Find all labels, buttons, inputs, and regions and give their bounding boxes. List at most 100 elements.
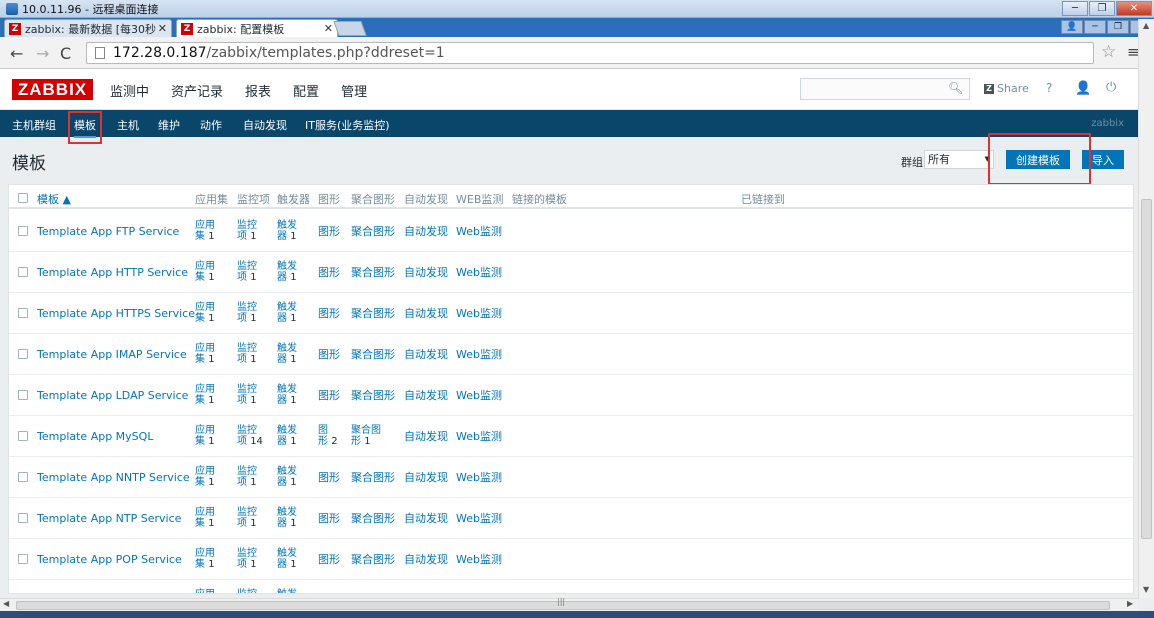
items-link[interactable]: 监控项 1: [237, 343, 257, 365]
apps-link[interactable]: 应用集 1: [195, 343, 215, 365]
items-link[interactable]: 监控项 1: [237, 384, 257, 406]
graphs-link[interactable]: 图形: [318, 472, 340, 483]
template-name-link[interactable]: Template App POP Service: [37, 554, 182, 565]
back-arrow-icon[interactable]: ←: [10, 44, 23, 63]
graphs-link[interactable]: 图形: [318, 226, 340, 237]
triggers-link[interactable]: 触发器 1: [277, 548, 297, 570]
horizontal-scrollbar[interactable]: ◀ ||| ▶: [0, 597, 1138, 611]
discovery-link[interactable]: 自动发现: [404, 472, 448, 483]
template-name-link[interactable]: Template App NNTP Service: [37, 472, 190, 483]
row-checkbox[interactable]: [18, 472, 28, 482]
template-name-link[interactable]: Template App NTP Service: [37, 513, 181, 524]
web-link[interactable]: Web监测: [456, 390, 502, 401]
discovery-link[interactable]: 自动发现: [404, 349, 448, 360]
row-checkbox[interactable]: [18, 267, 28, 277]
scroll-up-icon[interactable]: ▲: [1143, 21, 1149, 30]
triggers-link[interactable]: 触发器 1: [277, 425, 297, 447]
screens-link[interactable]: 聚合图形: [351, 390, 395, 401]
new-tab-button[interactable]: [333, 21, 367, 36]
graphs-link[interactable]: 图形 2: [318, 425, 338, 447]
triggers-link[interactable]: 触发器 1: [277, 466, 297, 488]
window-minimize-icon[interactable]: ─: [1084, 20, 1106, 34]
subnav-it-services[interactable]: IT服务(业务监控): [305, 117, 390, 133]
web-link[interactable]: Web监测: [456, 513, 502, 524]
col-name[interactable]: 模板 ▲: [37, 191, 71, 207]
close-button[interactable]: ✕: [1116, 1, 1152, 16]
row-checkbox[interactable]: [18, 513, 28, 523]
triggers-link[interactable]: 触发器 1: [277, 220, 297, 242]
user-profile-icon[interactable]: 👤: [1075, 81, 1091, 96]
items-link[interactable]: 监控项 1: [237, 261, 257, 283]
user-icon[interactable]: 👤: [1061, 20, 1083, 34]
web-link[interactable]: Web监测: [456, 349, 502, 360]
discovery-link[interactable]: 自动发现: [404, 513, 448, 524]
menu-configuration[interactable]: 配置: [293, 81, 319, 100]
items-link[interactable]: 监控项 1: [237, 220, 257, 242]
discovery-link[interactable]: 自动发现: [404, 554, 448, 565]
url-input[interactable]: 172.28.0.187/zabbix/templates.php?ddrese…: [86, 42, 1094, 64]
graphs-link[interactable]: 图形: [318, 349, 340, 360]
search-icon[interactable]: 🔍︎: [948, 81, 963, 95]
share-link[interactable]: Z Share: [984, 82, 1029, 95]
menu-reports[interactable]: 报表: [245, 81, 271, 100]
graphs-link[interactable]: 图形: [318, 513, 340, 524]
screens-link[interactable]: 聚合图形: [351, 554, 395, 565]
discovery-link[interactable]: 自动发现: [404, 267, 448, 278]
vertical-scroll-thumb[interactable]: [1141, 199, 1152, 539]
template-name-link[interactable]: Template App LDAP Service: [37, 390, 188, 401]
browser-tab-latest-data[interactable]: Z zabbix: 最新数据 [每30秒 ✕: [4, 19, 172, 37]
row-checkbox[interactable]: [18, 431, 28, 441]
browser-tab-templates[interactable]: Z zabbix: 配置模板 ✕: [176, 19, 338, 37]
close-tab-icon[interactable]: ✕: [158, 22, 167, 35]
row-checkbox[interactable]: [18, 308, 28, 318]
scroll-left-icon[interactable]: ◀: [3, 599, 9, 608]
apps-link[interactable]: 应用集 1: [195, 507, 215, 529]
discovery-link[interactable]: 自动发现: [404, 431, 448, 442]
logout-icon[interactable]: ⏻: [1106, 80, 1116, 95]
screens-link[interactable]: 聚合图形: [351, 267, 395, 278]
apps-link[interactable]: 应用集 1: [195, 384, 215, 406]
bookmark-star-icon[interactable]: ☆: [1101, 42, 1116, 62]
triggers-link[interactable]: 触发: [277, 589, 297, 593]
apps-link[interactable]: 应用集 1: [195, 220, 215, 242]
screens-link[interactable]: 聚合图形: [351, 226, 395, 237]
items-link[interactable]: 监控项 1: [237, 548, 257, 570]
graphs-link[interactable]: 图形: [318, 308, 340, 319]
web-link[interactable]: Web监测: [456, 226, 502, 237]
screens-link[interactable]: 聚合图形: [351, 349, 395, 360]
apps-link[interactable]: 应用: [195, 589, 215, 593]
scroll-right-icon[interactable]: ▶: [1127, 599, 1133, 608]
items-link[interactable]: 监控项 1: [237, 302, 257, 324]
window-restore-icon[interactable]: ❐: [1107, 20, 1129, 34]
screens-link[interactable]: 聚合图形: [351, 472, 395, 483]
apps-link[interactable]: 应用集 1: [195, 466, 215, 488]
screens-link[interactable]: 聚合图形 1: [351, 425, 381, 447]
graphs-link[interactable]: 图形: [318, 554, 340, 565]
items-link[interactable]: 监控项 14: [237, 425, 263, 447]
discovery-link[interactable]: 自动发现: [404, 308, 448, 319]
template-name-link[interactable]: Template App HTTPS Service: [37, 308, 195, 319]
subnav-host-groups[interactable]: 主机群组: [12, 117, 56, 133]
items-link[interactable]: 监控项 1: [237, 466, 257, 488]
vertical-scrollbar[interactable]: ▲ ▼: [1138, 19, 1154, 599]
search-input[interactable]: [800, 78, 970, 100]
items-link[interactable]: 监控: [237, 589, 257, 593]
scroll-down-icon[interactable]: ▼: [1143, 585, 1149, 594]
triggers-link[interactable]: 触发器 1: [277, 343, 297, 365]
apps-link[interactable]: 应用集 1: [195, 261, 215, 283]
menu-inventory[interactable]: 资产记录: [171, 81, 223, 100]
items-link[interactable]: 监控项 1: [237, 507, 257, 529]
web-link[interactable]: Web监测: [456, 554, 502, 565]
template-name-link[interactable]: Template App IMAP Service: [37, 349, 187, 360]
reload-icon[interactable]: C: [60, 44, 71, 63]
discovery-link[interactable]: 自动发现: [404, 226, 448, 237]
minimize-button[interactable]: ─: [1062, 1, 1088, 16]
screens-link[interactable]: 聚合图形: [351, 308, 395, 319]
triggers-link[interactable]: 触发器 1: [277, 261, 297, 283]
zabbix-logo[interactable]: ZABBIX: [12, 79, 93, 100]
row-checkbox[interactable]: [18, 390, 28, 400]
close-tab-icon[interactable]: ✕: [324, 22, 333, 35]
help-icon[interactable]: ?: [1046, 81, 1052, 95]
graphs-link[interactable]: 图形: [318, 267, 340, 278]
template-name-link[interactable]: Template App MySQL: [37, 431, 153, 442]
